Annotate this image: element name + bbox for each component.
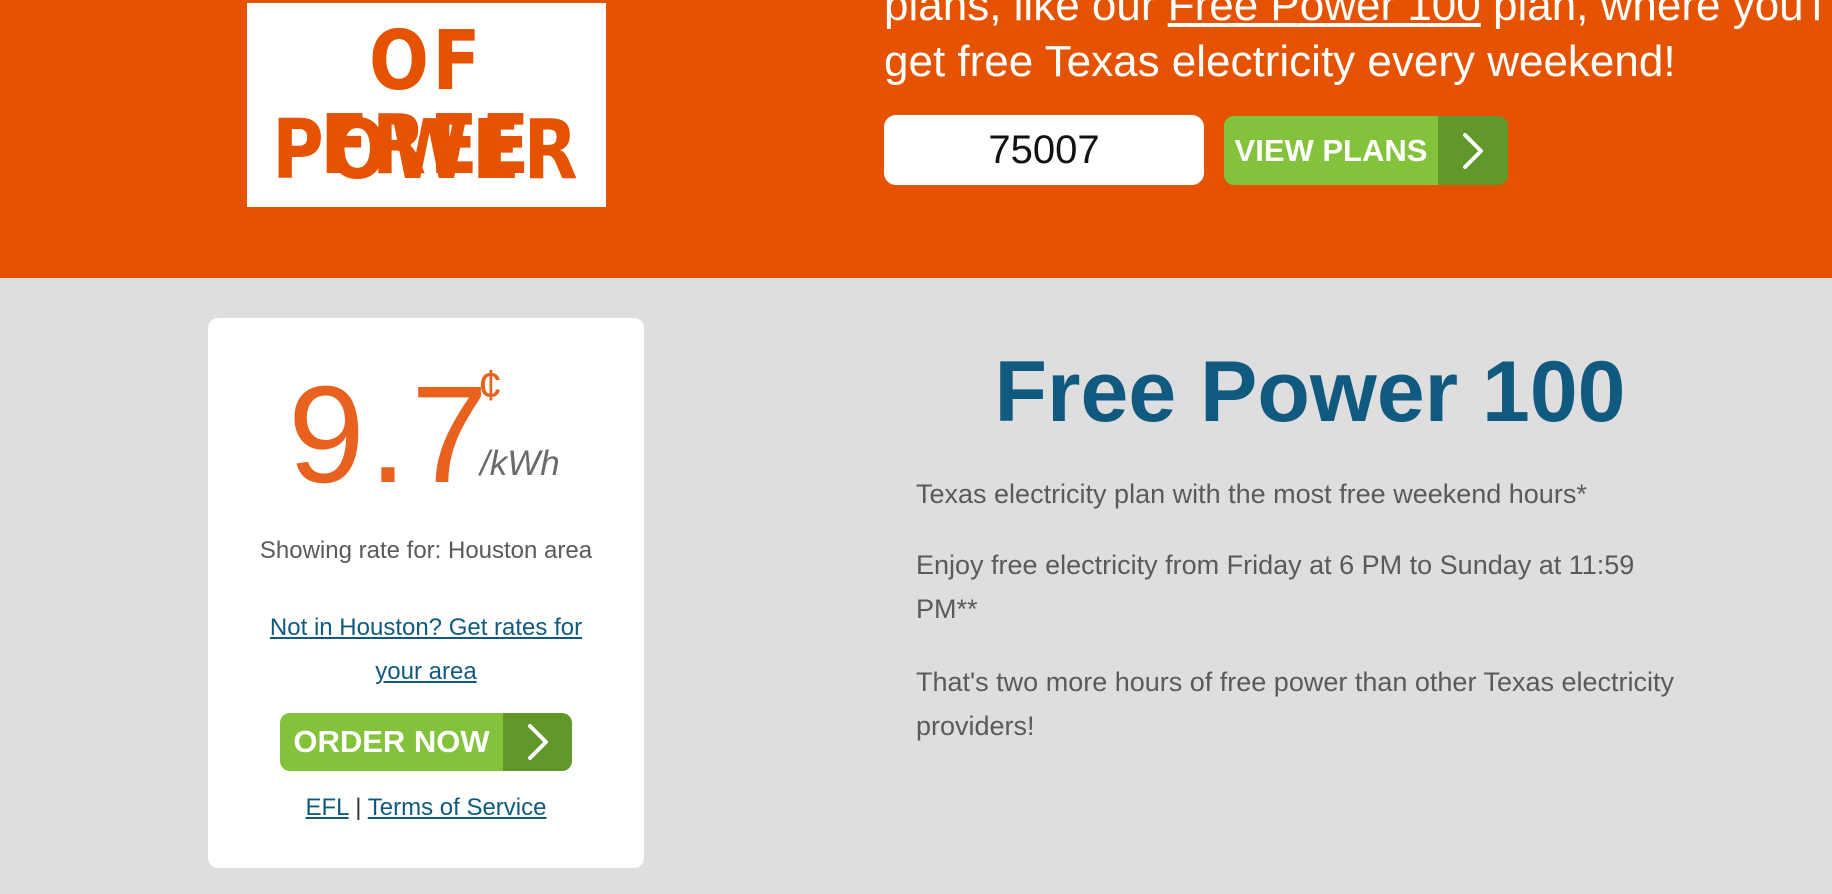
plan-description-3-line-1: That's two more hours of free power than… [916,667,1675,697]
hero-banner: OF FREE POWER plans, like our Free Power… [0,0,1832,278]
plan-description-2: Enjoy free electricity from Friday at 6 … [916,543,1716,631]
change-area-link[interactable]: Not in Houston? Get rates for your area [256,606,596,694]
rate-value: 9.7 [288,358,492,512]
rate-unit: /kWh [480,444,560,483]
terms-of-service-link[interactable]: Terms of Service [368,794,547,821]
change-area-link-line-1[interactable]: Not in Houston? Get rates for [256,606,596,650]
chevron-right-icon [1438,116,1508,185]
plan-description-2-line-1: Enjoy free electricity from Friday at 6 … [916,550,1635,580]
zip-code-input[interactable] [884,115,1204,185]
free-power-100-link[interactable]: Free Power 100 [1168,0,1481,30]
view-plans-button[interactable]: VIEW PLANS [1224,116,1508,185]
efl-link[interactable]: EFL [306,794,349,821]
plan-description-1: Texas electricity plan with the most fre… [916,479,1587,509]
free-power-logo: OF FREE POWER [247,3,606,207]
change-area-link-line-2[interactable]: your area [256,650,596,694]
hero-tagline-prefix: plans, like our [884,0,1168,30]
logo-text-line-2: POWER [272,103,582,198]
cent-symbol: ¢ [478,361,503,410]
legal-separator: | [355,794,362,821]
hero-tagline-suffix: plan, where you'll [1480,0,1824,30]
hero-tagline: plans, like our Free Power 100 plan, whe… [884,0,1824,90]
rate-card: 9.7 ¢ /kWh Showing rate for: Houston are… [208,318,644,868]
order-now-label: ORDER NOW [280,713,503,771]
showing-rate-text: Showing rate for: Houston area [259,537,593,564]
chevron-right-icon [503,713,572,771]
hero-tagline-line-2: get free Texas electricity every weekend… [884,37,1676,86]
plan-description-3-line-2: providers! [916,711,1035,741]
plan-description-2-line-2: PM** [916,594,978,624]
hero-tagline-line-1: plans, like our Free Power 100 plan, whe… [884,0,1824,34]
order-now-button[interactable]: ORDER NOW [280,713,572,771]
view-plans-label: VIEW PLANS [1224,116,1438,185]
legal-links: EFL | Terms of Service [208,793,644,823]
plan-title: Free Power 100 [994,344,1626,440]
plan-description-3: That's two more hours of free power than… [916,660,1716,748]
